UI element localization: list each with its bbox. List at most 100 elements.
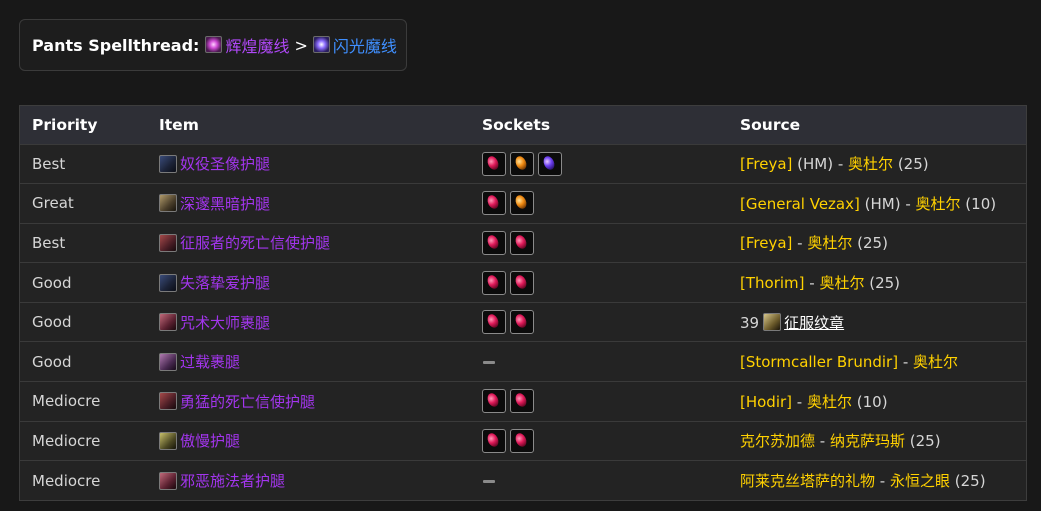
red-socket-icon: [482, 389, 506, 414]
table-row: Best 征服者的死亡信使护腿 [Freya] - 奥杜尔 (25): [20, 223, 1026, 263]
source-cell: 39 征服纹章: [728, 302, 1026, 342]
source-cell: 克尔苏加德 - 纳克萨玛斯 (25): [728, 421, 1026, 461]
red-socket-icon: [482, 151, 506, 176]
sockets-cell: [470, 461, 728, 501]
source-mode: (HM) -: [859, 194, 916, 213]
priority-cell: Good: [32, 313, 72, 332]
source-zone-link[interactable]: 纳克萨玛斯: [830, 432, 905, 450]
priority-cell: Best: [32, 154, 66, 173]
red-socket-icon: [482, 191, 506, 216]
sockets-cell: [470, 421, 728, 461]
red-socket-icon: [510, 230, 534, 255]
emblem-of-conquest-icon[interactable]: [763, 313, 782, 332]
priority-cell: Best: [32, 233, 66, 252]
sapphire-spellthread-icon: [312, 35, 330, 53]
source-boss-link[interactable]: [Freya]: [740, 234, 792, 252]
item-icon[interactable]: [159, 194, 177, 213]
source-boss-link[interactable]: [Hodir]: [740, 393, 792, 411]
item-link[interactable]: 过载裹腿: [180, 353, 240, 371]
brilliant-spellthread-icon: [205, 35, 223, 53]
sockets-cell: [470, 302, 728, 342]
item-icon[interactable]: [159, 471, 177, 490]
item-link[interactable]: 勇猛的死亡信使护腿: [180, 393, 315, 411]
red-socket-icon: [482, 230, 506, 255]
item-link[interactable]: 咒术大师裹腿: [180, 314, 270, 332]
table-row: Good 过载裹腿 [Stormcaller Brundir] - 奥杜尔: [20, 341, 1026, 382]
source-cell: [Hodir] - 奥杜尔 (10): [728, 382, 1026, 422]
source-zone-link[interactable]: 奥杜尔: [807, 393, 852, 411]
spellthread-separator: >: [294, 35, 308, 55]
priority-cell: Mediocre: [32, 431, 101, 450]
table-row: Best 奴役圣像护腿 [Freya] (HM) - 奥杜尔 (25): [20, 144, 1026, 184]
spellthread-from-link[interactable]: 辉煌魔线: [225, 33, 289, 57]
source-zone-link[interactable]: 奥杜尔: [807, 234, 852, 252]
red-socket-icon: [510, 270, 534, 295]
source-zone-link[interactable]: 永恒之眼: [890, 472, 950, 490]
item-icon[interactable]: [159, 392, 177, 411]
source-zone-link[interactable]: 奥杜尔: [848, 155, 893, 173]
source-zone-link[interactable]: 奥杜尔: [916, 195, 961, 213]
red-socket-icon: [482, 310, 506, 335]
sockets-cell: [470, 382, 728, 422]
source-cell: [Stormcaller Brundir] - 奥杜尔: [728, 342, 1026, 382]
priority-cell: Great: [32, 194, 74, 213]
item-link[interactable]: 失落挚爱护腿: [180, 274, 270, 292]
priority-cell: Good: [32, 352, 72, 371]
item-link[interactable]: 深邃黑暗护腿: [180, 195, 270, 213]
item-icon[interactable]: [159, 154, 177, 173]
source-cell: [Freya] - 奥杜尔 (25): [728, 223, 1026, 263]
column-header-sockets: Sockets: [482, 115, 551, 134]
source-cell: [Thorim] - 奥杜尔 (25): [728, 263, 1026, 303]
item-icon[interactable]: [159, 431, 177, 450]
item-icon[interactable]: [159, 233, 177, 252]
spellthread-header: Pants Spellthread: 辉煌魔线 > 闪光魔线: [19, 19, 407, 71]
source-currency-count: 39: [740, 313, 760, 332]
source-currency-link[interactable]: 征服纹章: [784, 314, 844, 332]
item-link[interactable]: 奴役圣像护腿: [180, 155, 270, 173]
sockets-cell: [470, 263, 728, 303]
source-cell: [General Vezax] (HM) - 奥杜尔 (10): [728, 184, 1026, 224]
column-header-source: Source: [740, 115, 801, 134]
spellthread-to-link[interactable]: 闪光魔线: [333, 33, 397, 57]
source-size: (25): [949, 472, 986, 491]
orange-socket-icon: [510, 191, 534, 216]
source-mode: -: [804, 274, 820, 293]
sockets-cell: [470, 342, 728, 382]
item-link[interactable]: 征服者的死亡信使护腿: [180, 234, 330, 252]
source-mode: -: [898, 353, 914, 372]
table-row: Good 失落挚爱护腿 [Thorim] - 奥杜尔 (25): [20, 262, 1026, 303]
table-row: Great 深邃黑暗护腿 [General Vezax] (HM) - 奥杜尔 …: [20, 183, 1026, 224]
item-icon[interactable]: [159, 313, 177, 332]
item-link[interactable]: 傲慢护腿: [180, 432, 240, 450]
source-boss-link[interactable]: [Stormcaller Brundir]: [740, 353, 898, 371]
source-mode: -: [792, 392, 807, 411]
source-zone-link[interactable]: 奥杜尔: [913, 353, 958, 371]
no-sockets-dash: [483, 479, 495, 483]
spellthread-label: Pants Spellthread:: [32, 35, 200, 55]
source-size: (10): [852, 392, 888, 411]
red-socket-icon: [482, 428, 506, 453]
item-icon[interactable]: [159, 352, 177, 371]
source-size: (25): [904, 432, 941, 451]
item-link[interactable]: 邪恶施法者护腿: [180, 472, 285, 490]
source-size: (10): [960, 194, 997, 213]
sockets-cell: [470, 223, 728, 263]
item-icon[interactable]: [159, 273, 177, 292]
source-boss-link[interactable]: [Freya]: [740, 155, 792, 173]
sockets-cell: [470, 184, 728, 224]
priority-cell: Mediocre: [32, 471, 101, 490]
source-boss-link[interactable]: 阿莱克丝塔萨的礼物: [740, 472, 875, 490]
source-boss-link[interactable]: [General Vezax]: [740, 195, 860, 213]
source-boss-link[interactable]: 克尔苏加德: [740, 432, 815, 450]
source-boss-link[interactable]: [Thorim]: [740, 274, 805, 292]
source-mode: (HM) -: [792, 155, 849, 174]
red-socket-icon: [510, 389, 534, 414]
source-mode: -: [875, 472, 890, 491]
source-zone-link[interactable]: 奥杜尔: [819, 274, 864, 292]
column-header-item: Item: [159, 115, 199, 134]
source-mode: -: [792, 234, 808, 253]
table-row: Good 咒术大师裹腿 39 征服纹章: [20, 302, 1026, 342]
orange-socket-icon: [510, 151, 534, 176]
table-row: Mediocre 邪恶施法者护腿 阿莱克丝塔萨的礼物 - 永恒之眼 (25): [20, 460, 1026, 501]
column-header-priority: Priority: [32, 115, 98, 134]
